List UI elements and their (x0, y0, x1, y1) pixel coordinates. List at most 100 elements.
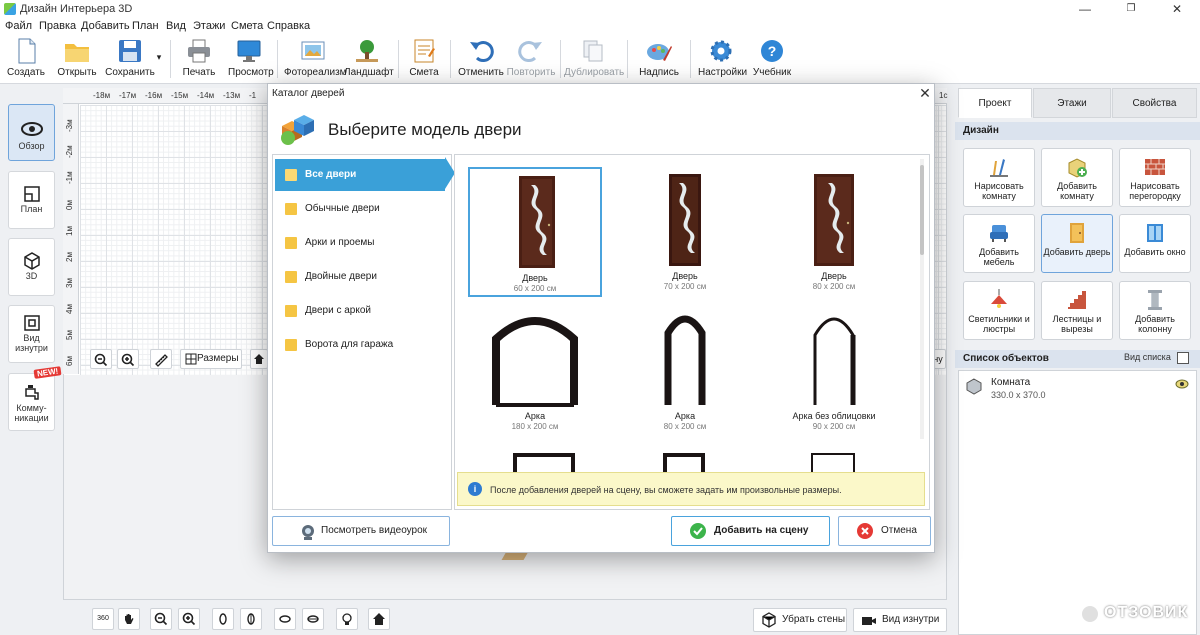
object-list[interactable]: Комната 330.0 x 370.0 (958, 370, 1197, 635)
category-garage-gates[interactable]: Ворота для гаража (275, 329, 451, 361)
undo-button[interactable]: Отменить (458, 38, 504, 82)
rotate-left-button[interactable] (212, 608, 234, 630)
draw-room-button[interactable]: Нарисовать комнату (963, 148, 1035, 207)
maximize-button[interactable]: ❐ (1108, 0, 1154, 18)
inside-view-button[interactable]: Вид изнутри (853, 608, 947, 632)
add-furniture-button[interactable]: Добавить мебель (963, 214, 1035, 273)
lights-button[interactable]: Светильники и люстры (963, 281, 1035, 340)
tab-project[interactable]: Проект (958, 88, 1032, 118)
draw-partition-button[interactable]: Нарисовать перегородку (1119, 148, 1191, 207)
visibility-eye-icon[interactable] (1175, 379, 1189, 389)
sizes-button[interactable]: Размеры (180, 349, 242, 369)
model-arch-180[interactable]: Арка 180 x 200 см (468, 307, 602, 437)
model-door-60[interactable]: Дверь 60 x 200 см (468, 167, 602, 297)
category-arches[interactable]: Арки и проемы (275, 227, 451, 259)
add-to-scene-button[interactable]: Добавить на сцену (671, 516, 830, 546)
tilt-down-button[interactable] (302, 608, 324, 630)
rotate-right-button[interactable] (240, 608, 262, 630)
tab-floors[interactable]: Этажи (1033, 88, 1111, 118)
left-ruler: -3м -2м -1м 0м 1м 2м 3м 4м 5м 6м (63, 104, 79, 374)
settings-button[interactable]: Настройки (698, 38, 747, 82)
rotate-360-button[interactable]: 360 (92, 608, 114, 630)
watch-video-button[interactable]: Посмотреть видеоурок (272, 516, 450, 546)
preview-button[interactable]: Просмотр (228, 38, 274, 82)
list-view-icon[interactable] (1177, 352, 1189, 364)
add-column-button[interactable]: Добавить колонну (1119, 281, 1191, 340)
category-arched-doors[interactable]: Двери с аркой (275, 295, 451, 327)
menu-floors[interactable]: Этажи (193, 20, 225, 32)
zoom-in-button[interactable] (117, 349, 139, 369)
add-door-button[interactable]: Добавить дверь (1041, 214, 1113, 273)
tab-properties[interactable]: Свойства (1112, 88, 1197, 118)
model-arch-80[interactable]: Арка 80 x 200 см (618, 307, 752, 437)
stairs-button[interactable]: Лестницы и вырезы (1041, 281, 1113, 340)
dialog-title: Каталог дверей (272, 88, 345, 99)
door-catalog-dialog: Каталог дверей ✕ Выберите модель двери В… (267, 83, 935, 553)
category-all-doors[interactable]: Все двери (275, 159, 445, 191)
landscape-button[interactable]: Ландшафт (344, 38, 394, 82)
label-button[interactable]: Надпись (638, 38, 680, 82)
menu-help[interactable]: Справка (267, 20, 310, 32)
menu-file[interactable]: Файл (5, 20, 32, 32)
model-name: Дверь (522, 273, 548, 283)
nav-3d[interactable]: 3D (8, 238, 55, 296)
pan-button[interactable] (118, 608, 140, 630)
print-button[interactable]: Печать (180, 38, 218, 82)
model-opening-partial[interactable] (811, 453, 855, 473)
zoom-out-button[interactable] (90, 349, 112, 369)
category-double-doors[interactable]: Двойные двери (275, 261, 451, 293)
inside-room-icon (23, 315, 40, 331)
zoom-in-3d-button[interactable] (178, 608, 200, 630)
redo-button[interactable]: Повторить (506, 38, 556, 82)
light-button[interactable] (336, 608, 358, 630)
object-size: 330.0 x 370.0 (991, 390, 1046, 400)
menu-estimate[interactable]: Смета (231, 20, 263, 32)
save-button[interactable]: Сохранить (104, 38, 156, 82)
model-name: Арка (524, 411, 546, 421)
menu-plan[interactable]: План (132, 20, 159, 32)
draw-room-icon (990, 159, 1008, 177)
remove-walls-button[interactable]: Убрать стены (753, 608, 847, 632)
dialog-close-button[interactable]: ✕ (914, 84, 936, 102)
estimate-button[interactable]: Смета (406, 38, 442, 82)
menu-edit[interactable]: Правка (39, 20, 76, 32)
nav-plan[interactable]: План (8, 171, 55, 229)
measure-button[interactable] (150, 349, 172, 369)
model-scrollbar-thumb[interactable] (920, 165, 924, 255)
nav-inside-view[interactable]: Вид изнутри (8, 305, 55, 363)
door-icon (1070, 223, 1084, 243)
duplicate-button[interactable]: Дублировать (564, 38, 624, 82)
create-button[interactable]: Создать (6, 38, 46, 82)
minimize-button[interactable]: — (1062, 0, 1108, 18)
model-double-door-partial[interactable] (513, 453, 575, 473)
nav-overview[interactable]: Обзор (8, 104, 55, 161)
object-name[interactable]: Комната (991, 377, 1030, 388)
duplicate-icon (583, 40, 603, 62)
menu-view[interactable]: Вид (166, 20, 186, 32)
home-plan-button[interactable] (250, 349, 268, 369)
close-window-button[interactable]: ✕ (1154, 0, 1200, 18)
nav-communications[interactable]: Комму-никации (8, 373, 55, 431)
category-list: Все двери Обычные двери Арки и проемы Дв… (272, 154, 452, 510)
cancel-button[interactable]: Отмена (838, 516, 931, 546)
open-button[interactable]: Открыть (56, 38, 98, 82)
list-view-toggle[interactable]: Вид списка (1124, 352, 1171, 362)
model-door-80[interactable]: Дверь 80 x 200 см (767, 167, 901, 297)
menu-add[interactable]: Добавить (81, 20, 130, 32)
model-name: Арка без облицовки (792, 411, 876, 421)
add-window-button[interactable]: Добавить окно (1119, 214, 1191, 273)
model-door-partial[interactable] (663, 453, 705, 473)
new-file-icon (18, 38, 36, 64)
model-door-70[interactable]: Дверь 70 x 200 см (618, 167, 752, 297)
photorealism-button[interactable]: Фотореализм (284, 38, 347, 82)
tilt-up-button[interactable] (274, 608, 296, 630)
tutorial-button[interactable]: ? Учебник (752, 38, 792, 82)
model-grid: Дверь 60 x 200 см Дверь 70 x 200 см Двер… (454, 154, 930, 510)
zoom-out-3d-button[interactable] (150, 608, 172, 630)
app-logo-icon (4, 3, 16, 15)
home-3d-button[interactable] (368, 608, 390, 630)
model-arch-no-trim-90[interactable]: Арка без облицовки 90 x 200 см (767, 307, 901, 437)
category-regular-doors[interactable]: Обычные двери (275, 193, 451, 225)
add-room-button[interactable]: Добавить комнату (1041, 148, 1113, 207)
ruler-icon (155, 354, 168, 367)
